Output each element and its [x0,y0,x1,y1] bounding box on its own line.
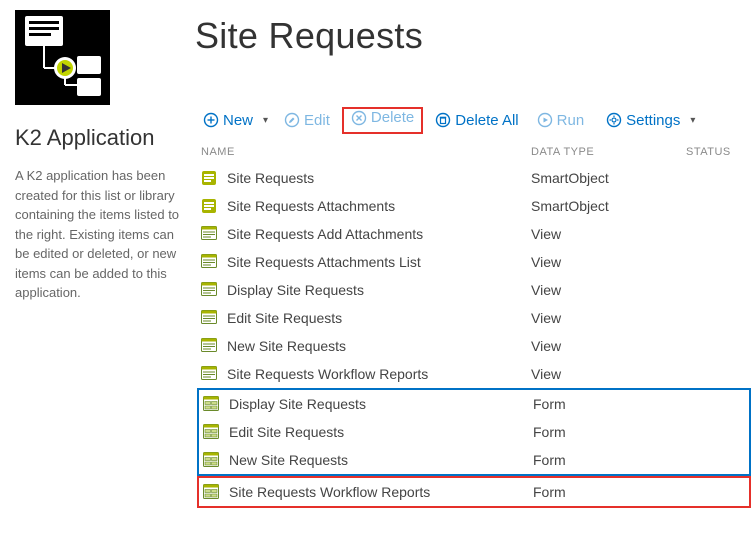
delete-button[interactable]: Delete [347,109,418,126]
form-icon [203,484,221,500]
table-row[interactable]: Site Requests Attachments ListView [195,248,753,276]
row-name: Edit Site Requests [227,310,531,326]
form-icon [203,396,221,412]
row-name: Site Requests Add Attachments [227,226,531,242]
row-name: New Site Requests [227,338,531,354]
form-icon [203,452,221,468]
table-row[interactable]: Site Requests Workflow ReportsForm [199,478,749,506]
col-header-datatype[interactable]: DATA TYPE [531,146,686,158]
view-icon [201,366,219,382]
row-name: Site Requests Workflow Reports [229,484,533,500]
settings-label: Settings [626,112,680,129]
form-icon [203,424,221,440]
settings-button[interactable]: Settings [602,112,684,129]
table-row[interactable]: Site Requests Add AttachmentsView [195,220,753,248]
smartobject-icon [201,170,219,186]
row-name: Site Requests Attachments List [227,254,531,270]
run-button[interactable]: Run [533,112,589,129]
pencil-circle-icon [284,112,300,128]
row-type: View [531,338,686,354]
k2-application-icon [15,10,110,105]
row-type: SmartObject [531,198,686,214]
table-row[interactable]: Display Site RequestsForm [199,390,749,418]
gear-circle-icon [606,112,622,128]
toolbar: New ▾ Edit Delete [195,107,753,142]
row-type: SmartObject [531,170,686,186]
table-row[interactable]: Display Site RequestsView [195,276,753,304]
row-type: View [531,282,686,298]
row-name: Edit Site Requests [229,424,533,440]
row-type: Form [533,452,688,468]
row-type: View [531,254,686,270]
row-name: Display Site Requests [227,282,531,298]
row-type: View [531,366,686,382]
run-label: Run [557,112,585,129]
edit-label: Edit [304,112,330,129]
row-type: View [531,310,686,326]
items-list: Site RequestsSmartObjectSite Requests At… [195,164,753,508]
view-icon [201,282,219,298]
row-name: New Site Requests [229,452,533,468]
row-name: Site Requests Attachments [227,198,531,214]
settings-dropdown-arrow[interactable]: ▾ [688,115,697,126]
table-row[interactable]: New Site RequestsForm [199,446,749,474]
row-name: Site Requests [227,170,531,186]
sidebar-description: A K2 application has been created for th… [15,166,180,303]
plus-circle-icon [203,112,219,128]
delete-highlight: Delete [342,107,423,134]
play-circle-icon [537,112,553,128]
row-name: Site Requests Workflow Reports [227,366,531,382]
delete-all-label: Delete All [455,112,518,129]
view-icon [201,254,219,270]
delete-label: Delete [371,109,414,126]
page-title: Site Requests [195,15,753,57]
table-row[interactable]: Edit Site RequestsForm [199,418,749,446]
delete-all-button[interactable]: Delete All [431,112,522,129]
row-type: Form [533,424,688,440]
table-row[interactable]: Site RequestsSmartObject [195,164,753,192]
form-rows-highlight-blue: Display Site RequestsFormEdit Site Reque… [197,388,751,476]
view-icon [201,226,219,242]
new-button[interactable]: New [199,112,257,129]
smartobject-icon [201,198,219,214]
new-label: New [223,112,253,129]
view-icon [201,338,219,354]
table-row[interactable]: Site Requests AttachmentsSmartObject [195,192,753,220]
row-type: Form [533,396,688,412]
view-icon [201,310,219,326]
col-header-name[interactable]: NAME [201,146,531,158]
row-type: View [531,226,686,242]
col-header-status[interactable]: STATUS [686,146,753,158]
sidebar-title: K2 Application [15,125,180,151]
form-row-highlight-red: Site Requests Workflow ReportsForm [197,476,751,508]
new-dropdown-arrow[interactable]: ▾ [261,115,270,126]
table-row[interactable]: Edit Site RequestsView [195,304,753,332]
row-type: Form [533,484,688,500]
row-name: Display Site Requests [229,396,533,412]
trash-circle-icon [435,112,451,128]
table-row[interactable]: New Site RequestsView [195,332,753,360]
edit-button[interactable]: Edit [280,112,334,129]
table-header: NAME DATA TYPE STATUS [195,142,753,164]
table-row[interactable]: Site Requests Workflow ReportsView [195,360,753,388]
x-circle-icon [351,110,367,126]
